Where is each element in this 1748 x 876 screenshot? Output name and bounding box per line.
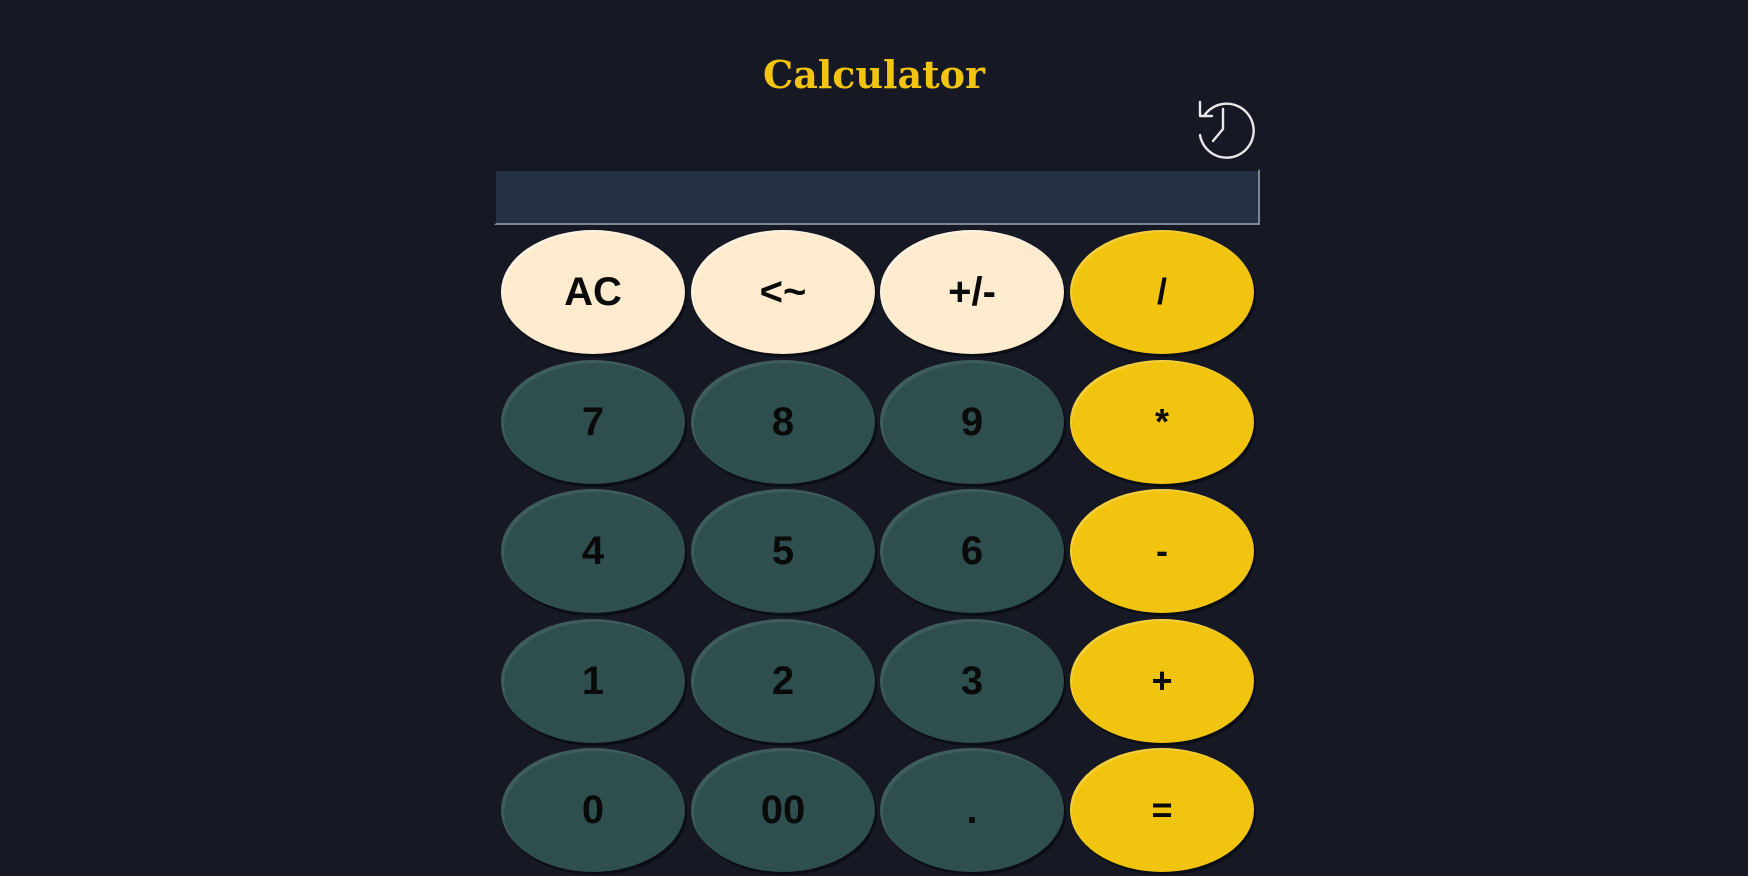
digit-7-button[interactable]: 7: [501, 360, 685, 484]
digit-1-button[interactable]: 1: [501, 619, 685, 743]
history-icon: [1198, 100, 1255, 159]
divide-button[interactable]: /: [1070, 230, 1254, 354]
digit-4-button[interactable]: 4: [501, 489, 685, 613]
decimal-button[interactable]: .: [880, 748, 1064, 872]
subtract-button[interactable]: -: [1070, 489, 1254, 613]
digit-8-button[interactable]: 8: [691, 360, 875, 484]
calculator-display[interactable]: [494, 169, 1260, 225]
add-button[interactable]: +: [1070, 619, 1254, 743]
digit-6-button[interactable]: 6: [880, 489, 1064, 613]
equals-button[interactable]: =: [1070, 748, 1254, 872]
clear-button[interactable]: AC: [501, 230, 685, 354]
double-zero-button[interactable]: 00: [691, 748, 875, 872]
digit-3-button[interactable]: 3: [880, 619, 1064, 743]
multiply-button[interactable]: *: [1070, 360, 1254, 484]
calculator-app: Calculator AC <~ +/- / 7 8 9 * 4 5 6 - 1…: [0, 0, 1748, 876]
digit-9-button[interactable]: 9: [880, 360, 1064, 484]
toggle-sign-button[interactable]: +/-: [880, 230, 1064, 354]
page-title: Calculator: [762, 52, 986, 97]
digit-5-button[interactable]: 5: [691, 489, 875, 613]
backspace-button[interactable]: <~: [691, 230, 875, 354]
digit-0-button[interactable]: 0: [501, 748, 685, 872]
history-button[interactable]: [1188, 94, 1258, 164]
digit-2-button[interactable]: 2: [691, 619, 875, 743]
